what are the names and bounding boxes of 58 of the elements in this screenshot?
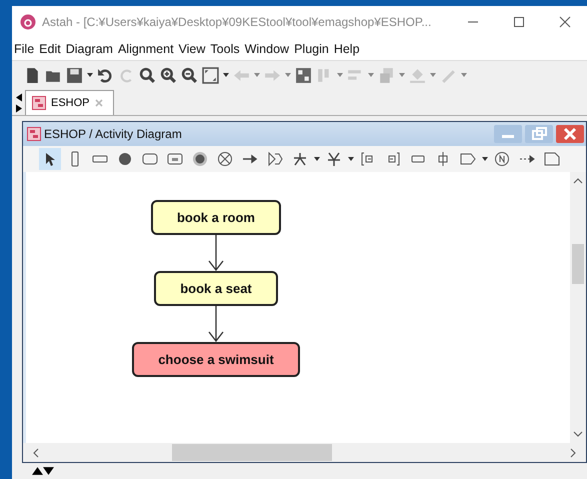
scrollbar-thumb[interactable] <box>572 244 584 284</box>
crossed-circle-icon <box>217 151 233 167</box>
collapse-left-icon[interactable] <box>16 93 22 102</box>
scroll-right-icon[interactable] <box>570 448 576 458</box>
maximize-icon[interactable] <box>513 16 525 28</box>
save-icon[interactable] <box>66 66 83 84</box>
signal-icon <box>267 151 283 167</box>
palette-tool[interactable] <box>39 148 61 170</box>
caret-icon[interactable] <box>348 156 354 162</box>
undo-icon[interactable] <box>97 66 114 84</box>
menu-item[interactable]: Plugin <box>294 42 329 56</box>
caret-icon[interactable] <box>223 72 229 78</box>
bullseye-icon <box>192 151 208 167</box>
new-file-icon[interactable] <box>24 66 41 84</box>
caret-icon[interactable] <box>482 156 488 162</box>
menu-item[interactable]: Edit <box>39 42 61 56</box>
diagram-tab[interactable]: ESHOP <box>25 90 114 115</box>
scrollbar-thumb[interactable] <box>172 444 332 461</box>
action-node: book a seat <box>154 271 278 306</box>
scroll-down-icon[interactable] <box>573 431 583 437</box>
scroll-up-icon[interactable] <box>573 178 583 184</box>
expand-up-icon[interactable] <box>32 467 43 475</box>
close-icon[interactable] <box>556 125 584 143</box>
caret-icon[interactable] <box>314 156 320 162</box>
letter-circle-icon <box>494 151 510 167</box>
app-logo-icon <box>20 14 36 30</box>
menu-item[interactable]: Tools <box>210 42 240 56</box>
frame-title: ESHOP / Activity Diagram <box>44 127 183 141</box>
rectangle-icon <box>167 151 183 167</box>
join-icon <box>326 151 342 167</box>
scroll-left-icon[interactable] <box>33 448 39 458</box>
zoom-icon[interactable] <box>139 66 156 84</box>
tag-icon <box>460 151 476 167</box>
flow-arrow <box>206 235 226 271</box>
fit-icon[interactable] <box>202 66 219 84</box>
collapse-down-icon[interactable] <box>43 467 54 475</box>
action-node: book a room <box>150 200 281 235</box>
menu-item[interactable]: Window <box>244 42 290 56</box>
zoom-out-icon[interactable] <box>181 66 198 84</box>
window-title: Astah - [C:¥Users¥kaiya¥Desktop¥09KEStool¥tool¥emagshop¥ESHOP... <box>42 15 432 29</box>
flow-arrow <box>206 306 226 342</box>
dot-icon <box>117 151 133 167</box>
rounded-rectangle-icon <box>142 151 158 167</box>
close-icon[interactable] <box>559 16 571 28</box>
menu-item[interactable]: Help <box>334 42 360 56</box>
grid-icon[interactable] <box>295 66 312 84</box>
diagram-icon <box>27 127 41 141</box>
note-icon <box>544 151 560 167</box>
expand-right-icon[interactable] <box>16 104 22 113</box>
action-node: choose a swimsuit <box>132 342 300 377</box>
zoom-in-icon[interactable] <box>160 66 177 84</box>
fork-icon <box>292 151 308 167</box>
menu-item[interactable]: Diagram <box>66 42 113 56</box>
menu-item[interactable]: View <box>178 42 206 56</box>
diagram-icon <box>32 96 46 110</box>
menu-item[interactable]: File <box>14 42 34 56</box>
caret-icon[interactable] <box>87 72 93 78</box>
menu-item[interactable]: Alignment <box>118 42 174 56</box>
